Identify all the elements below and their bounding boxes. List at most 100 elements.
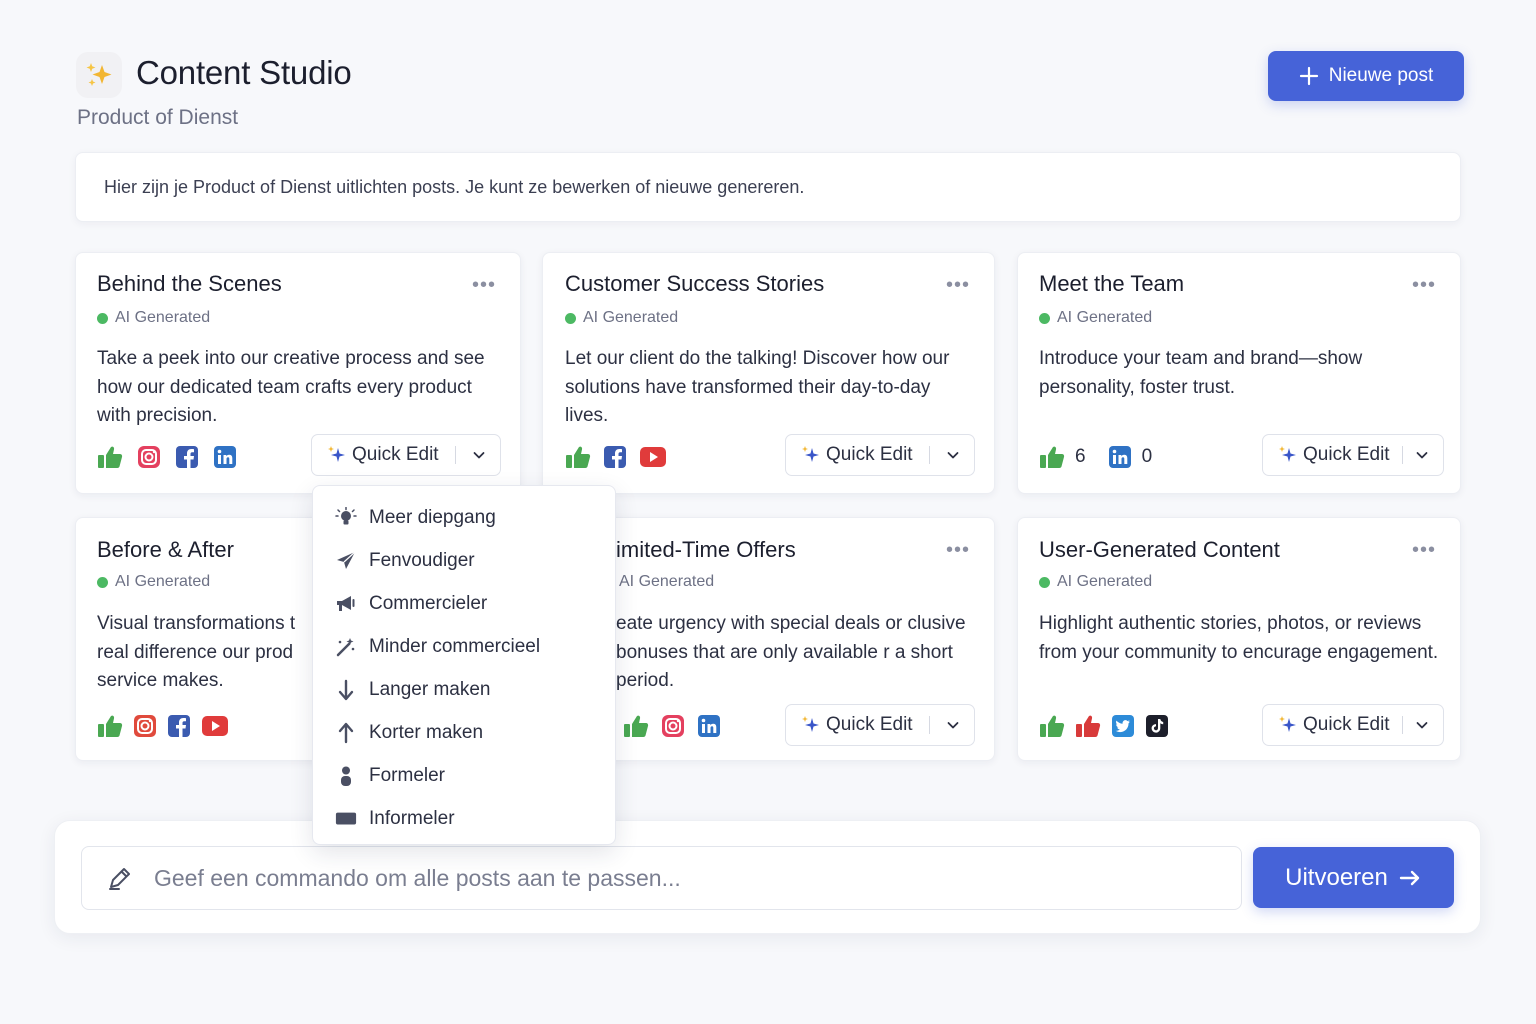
chat-icon: [335, 808, 357, 830]
facebook-icon[interactable]: [603, 445, 627, 469]
quick-edit-button[interactable]: Quick Edit: [785, 434, 975, 476]
more-options-icon[interactable]: •••: [946, 540, 970, 560]
card-title: Customer Success Stories: [565, 271, 825, 296]
linkedin-count: 0: [1141, 446, 1153, 467]
thumbs-up-icon[interactable]: [97, 714, 123, 738]
menu-item-label: Langer maken: [369, 678, 491, 700]
menu-item-label: Fenvoudiger: [369, 549, 475, 571]
linkedin-icon[interactable]: [213, 445, 237, 469]
chevron-down-icon[interactable]: [1415, 448, 1429, 462]
menu-item-formeler[interactable]: Formeler: [313, 754, 615, 797]
thumbs-up-icon[interactable]: [565, 445, 591, 469]
more-options-icon[interactable]: •••: [946, 275, 970, 295]
instagram-icon[interactable]: [133, 714, 157, 738]
post-card-behind-the-scenes[interactable]: Behind the Scenes ••• AI Generated Take …: [75, 252, 521, 494]
badge-label: AI Generated: [1057, 573, 1153, 590]
sparkle-icon: [1279, 446, 1296, 462]
thumbs-up-red-icon[interactable]: [1075, 714, 1101, 738]
status-dot: [97, 312, 108, 324]
ai-generated-badge: AI Generated: [97, 309, 210, 327]
run-label: Uitvoeren: [1285, 863, 1388, 891]
badge-label: AI Generated: [583, 309, 679, 326]
linkedin-icon[interactable]: [1108, 445, 1132, 469]
intro-text: Hier zijn je Product of Dienst uitlichte…: [104, 176, 805, 197]
menu-item-label: Commercieler: [369, 592, 488, 614]
facebook-icon[interactable]: [175, 445, 199, 469]
thumbs-up-icon[interactable]: [623, 714, 649, 738]
thumbs-up-icon[interactable]: [97, 445, 123, 469]
menu-item-label: Minder commercieel: [369, 635, 541, 657]
badge-label: AI Generated: [115, 573, 211, 590]
facebook-icon[interactable]: [167, 714, 191, 738]
post-card-meet-the-team[interactable]: Meet the Team ••• AI Generated Introduce…: [1017, 252, 1461, 494]
status-dot: [565, 312, 576, 324]
quick-edit-menu: Meer diepgang Fenvoudiger Commercieler M…: [312, 485, 616, 845]
menu-item-informeler[interactable]: Informeler: [313, 797, 615, 840]
instagram-icon[interactable]: [661, 714, 685, 738]
ai-generated-badge: AI Generated: [619, 573, 714, 591]
sparkles-icon: [86, 63, 112, 86]
tiktok-icon[interactable]: [1145, 714, 1169, 738]
card-title: Before & After: [97, 537, 234, 562]
quick-edit-button[interactable]: Quick Edit: [1262, 434, 1444, 476]
chevron-down-icon[interactable]: [1415, 718, 1429, 732]
paper-plane-icon: [335, 550, 357, 572]
quick-edit-button[interactable]: Quick Edit: [785, 704, 975, 746]
run-command-button[interactable]: Uitvoeren: [1253, 847, 1454, 908]
menu-item-korter-maken[interactable]: Korter maken: [313, 711, 615, 754]
thumbs-up-icon[interactable]: [1039, 714, 1065, 738]
card-body-text: Introduce your team and brand—show perso…: [1039, 348, 1363, 398]
card-title: User-Generated Content: [1039, 537, 1280, 562]
status-dot: [1039, 312, 1050, 324]
more-options-icon[interactable]: •••: [1412, 540, 1436, 560]
menu-item-minder-commercieel[interactable]: Minder commercieel: [313, 625, 615, 668]
thumbs-up-icon[interactable]: [1039, 445, 1065, 469]
instagram-icon[interactable]: [137, 445, 161, 469]
post-card-user-generated-content[interactable]: User-Generated Content ••• AI Generated …: [1017, 517, 1461, 761]
card-footer-icons: [565, 445, 667, 469]
youtube-icon[interactable]: [639, 446, 667, 468]
status-dot: [97, 576, 108, 588]
card-footer-icons: [97, 714, 229, 738]
linkedin-icon[interactable]: [697, 714, 721, 738]
magic-wand-icon: [335, 636, 357, 658]
new-post-label: Nieuwe post: [1328, 65, 1434, 86]
person-icon: [335, 765, 357, 787]
quick-edit-label: Quick Edit: [826, 714, 913, 735]
youtube-icon[interactable]: [201, 715, 229, 737]
badge-label: AI Generated: [115, 309, 211, 326]
quick-edit-button[interactable]: Quick Edit: [1262, 704, 1444, 746]
card-body-text: Visual transformations t real difference…: [97, 613, 296, 691]
arrow-down-icon: [335, 679, 357, 701]
chevron-down-icon[interactable]: [946, 718, 960, 732]
twitter-icon[interactable]: [1111, 714, 1135, 738]
card-body-text: eate urgency with special deals or clusi…: [616, 613, 966, 691]
ai-generated-badge: AI Generated: [1039, 309, 1152, 327]
quick-edit-button[interactable]: Quick Edit: [311, 434, 501, 476]
arrow-right-icon: [1399, 870, 1420, 885]
plus-icon: [1299, 66, 1318, 86]
command-input[interactable]: [81, 846, 1242, 910]
more-options-icon[interactable]: •••: [472, 275, 496, 295]
menu-item-meer-diepgang[interactable]: Meer diepgang: [313, 496, 615, 539]
card-body-text: Take a peek into our creative process an…: [97, 348, 485, 426]
chevron-down-icon[interactable]: [472, 448, 486, 462]
intro-banner: Hier zijn je Product of Dienst uitlichte…: [75, 152, 1461, 222]
chevron-down-icon[interactable]: [946, 448, 960, 462]
menu-item-label: Korter maken: [369, 721, 484, 743]
post-card-customer-success[interactable]: Customer Success Stories ••• AI Generate…: [542, 252, 995, 494]
menu-item-langer-maken[interactable]: Langer maken: [313, 668, 615, 711]
more-options-icon[interactable]: •••: [1412, 275, 1436, 295]
new-post-button[interactable]: Nieuwe post: [1268, 51, 1464, 101]
sparkle-icon: [1279, 716, 1296, 732]
menu-item-label: Meer diepgang: [369, 506, 496, 528]
sparkle-icon: [802, 446, 819, 462]
lightbulb-icon: [335, 506, 357, 529]
badge-label: AI Generated: [1057, 309, 1153, 326]
menu-item-eenvoudiger[interactable]: Fenvoudiger: [313, 539, 615, 582]
pencil-icon: [109, 868, 130, 890]
quick-edit-label: Quick Edit: [352, 444, 439, 465]
app-logo: [76, 52, 122, 98]
menu-item-commercieler[interactable]: Commercieler: [313, 582, 615, 625]
card-title: imited-Time Offers: [616, 537, 796, 562]
